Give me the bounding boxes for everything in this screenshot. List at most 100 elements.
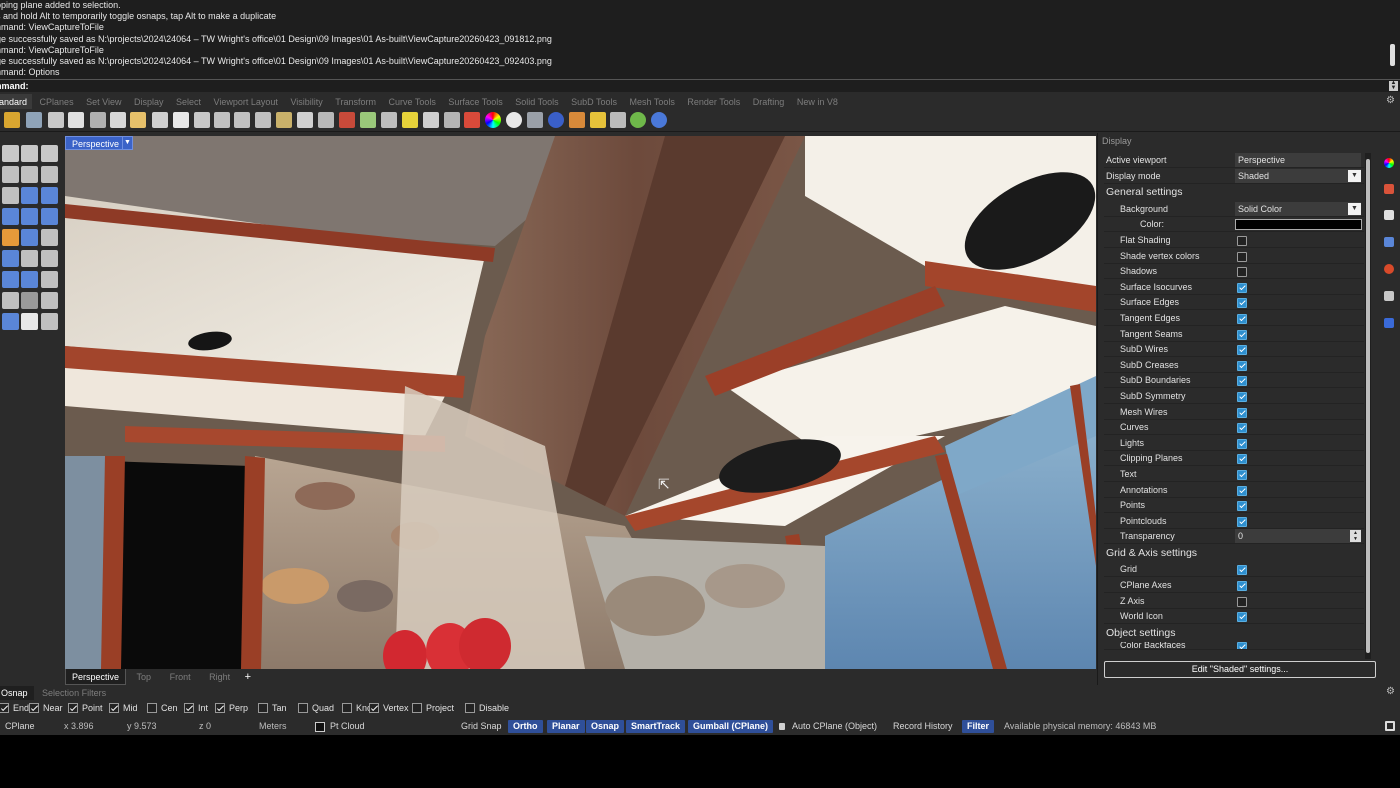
points-checkbox[interactable] <box>1237 501 1247 512</box>
padlock-icon[interactable] <box>444 112 460 128</box>
rectangle-tool-icon[interactable] <box>41 166 58 183</box>
osnap-quad-checkbox[interactable] <box>298 703 308 713</box>
tab-curve-tools[interactable]: Curve Tools <box>383 94 440 109</box>
tangent-edges-checkbox[interactable] <box>1237 313 1247 324</box>
color-backfaces-checkbox[interactable] <box>1237 642 1247 650</box>
paste-icon[interactable] <box>130 112 146 128</box>
select-icon[interactable] <box>360 112 376 128</box>
print-icon[interactable] <box>48 112 64 128</box>
cut-icon[interactable] <box>90 112 106 128</box>
material-icon[interactable] <box>569 112 585 128</box>
sphere-icon[interactable] <box>506 112 522 128</box>
subd-tool-icon[interactable] <box>41 208 58 225</box>
extrude-tool-icon[interactable] <box>2 208 19 225</box>
osnap-disable-checkbox[interactable] <box>465 703 475 713</box>
panel-scroll-thumb[interactable] <box>1366 159 1370 653</box>
subd-wires-checkbox[interactable] <box>1237 345 1247 356</box>
tab-select[interactable]: Select <box>171 94 206 109</box>
mesh-icon[interactable] <box>527 112 543 128</box>
zoom-window-icon[interactable] <box>234 112 250 128</box>
add-viewport-icon[interactable]: + <box>241 671 255 683</box>
arc-tool-icon[interactable] <box>2 187 19 204</box>
tangent-seams-checkbox[interactable] <box>1237 329 1247 340</box>
flat-shading-checkbox[interactable] <box>1237 235 1247 246</box>
move-tool-icon[interactable] <box>2 271 19 288</box>
point-icon[interactable] <box>381 112 397 128</box>
explode-tool-icon[interactable] <box>2 229 19 246</box>
osnap-toggle[interactable]: Osnap <box>586 720 625 733</box>
grid-checkbox[interactable] <box>1237 565 1247 576</box>
four-view-icon[interactable] <box>297 112 313 128</box>
osnap-tan-checkbox[interactable] <box>258 703 268 713</box>
tab-set-view[interactable]: Set View <box>81 94 126 109</box>
chevron-down-icon[interactable]: ▼ <box>1348 202 1361 215</box>
chevron-down-icon[interactable]: ▼ <box>1348 169 1361 182</box>
planar-toggle[interactable]: Planar <box>547 720 585 733</box>
ellipse-tool-icon[interactable] <box>2 166 19 183</box>
viewport-tab-front[interactable]: Front <box>162 669 199 685</box>
scale-tool-icon[interactable] <box>41 271 58 288</box>
chamfer-tool-icon[interactable] <box>41 250 58 267</box>
copy-tool-icon[interactable] <box>21 271 38 288</box>
offset-tool-icon[interactable] <box>21 250 38 267</box>
osnap-project-checkbox[interactable] <box>412 703 422 713</box>
pan-icon[interactable] <box>173 112 189 128</box>
light-bulb-icon[interactable] <box>423 112 439 128</box>
mesh-wires-checkbox[interactable] <box>1237 407 1247 418</box>
open-icon[interactable] <box>4 112 20 128</box>
auto-cplane-toggle[interactable]: Auto CPlane (Object) <box>792 718 877 735</box>
object-settings-label[interactable]: Object settings <box>1106 625 1175 642</box>
named-views-icon[interactable] <box>1384 291 1394 301</box>
surface-edges-checkbox[interactable] <box>1237 298 1247 309</box>
cplane-label[interactable]: CPlane <box>5 718 35 735</box>
transform-tool-icon[interactable] <box>2 313 19 330</box>
perspective-viewport[interactable]: Perspective ▼ ⇱ <box>65 136 1096 669</box>
grid-snap-toggle[interactable]: Grid Snap <box>461 718 502 735</box>
curve-tool-icon[interactable] <box>41 145 58 162</box>
tab-visibility[interactable]: Visibility <box>285 94 327 109</box>
tab-surface-tools[interactable]: Surface Tools <box>443 94 507 109</box>
zoom-icon[interactable] <box>214 112 230 128</box>
trim-tool-icon[interactable] <box>21 229 38 246</box>
point-tool-icon[interactable] <box>2 145 19 162</box>
osnap-near-checkbox[interactable] <box>29 703 39 713</box>
polyline-tool-icon[interactable] <box>21 145 38 162</box>
osnap-cen-checkbox[interactable] <box>147 703 157 713</box>
render-panel-icon[interactable] <box>1384 264 1394 274</box>
check-tool-icon[interactable] <box>21 313 38 330</box>
viewport-menu-chevron-icon[interactable]: ▼ <box>122 136 133 150</box>
viewport-tab-top[interactable]: Top <box>129 669 160 685</box>
array-tool-icon[interactable] <box>2 292 19 309</box>
properties-panel-icon[interactable] <box>1384 210 1394 220</box>
tab-osnap[interactable]: Osnap <box>0 686 34 700</box>
tab-transform[interactable]: Transform <box>330 94 381 109</box>
osnap-perp-checkbox[interactable] <box>215 703 225 713</box>
history-scroll-thumb[interactable] <box>1390 44 1395 66</box>
filter-toggle[interactable]: Filter <box>962 720 995 733</box>
units-label[interactable]: Meters <box>259 718 287 735</box>
tab-new-in-v8[interactable]: New in V8 <box>792 94 843 109</box>
viewport-title[interactable]: Perspective <box>65 136 127 150</box>
maximize-icon[interactable] <box>1385 721 1395 731</box>
tab-subd-tools[interactable]: SubD Tools <box>566 94 622 109</box>
help-icon[interactable] <box>651 112 667 128</box>
subd-creases-checkbox[interactable] <box>1237 360 1247 371</box>
world-icon-checkbox[interactable] <box>1237 612 1247 623</box>
pt-cloud-checkbox[interactable] <box>315 722 325 732</box>
text-checkbox[interactable] <box>1237 469 1247 480</box>
copy-icon[interactable] <box>110 112 126 128</box>
grid-tool-icon[interactable] <box>21 292 38 309</box>
tab-drafting[interactable]: Drafting <box>748 94 790 109</box>
tab-standard[interactable]: andard <box>0 94 33 109</box>
general-settings-label[interactable]: General settings <box>1106 184 1182 201</box>
render-icon[interactable] <box>548 112 564 128</box>
z-axis-checkbox[interactable] <box>1237 596 1247 607</box>
loft-tool-icon[interactable] <box>41 187 58 204</box>
ortho-toggle[interactable]: Ortho <box>508 720 543 733</box>
viewport-tab-perspective[interactable]: Perspective <box>65 669 127 685</box>
sun-icon[interactable] <box>590 112 606 128</box>
display-panel-icon[interactable] <box>1384 237 1394 247</box>
tab-display[interactable]: Display <box>129 94 169 109</box>
background-dropdown[interactable]: Solid Color ▼ <box>1235 201 1361 216</box>
shadows-checkbox[interactable] <box>1237 267 1247 278</box>
